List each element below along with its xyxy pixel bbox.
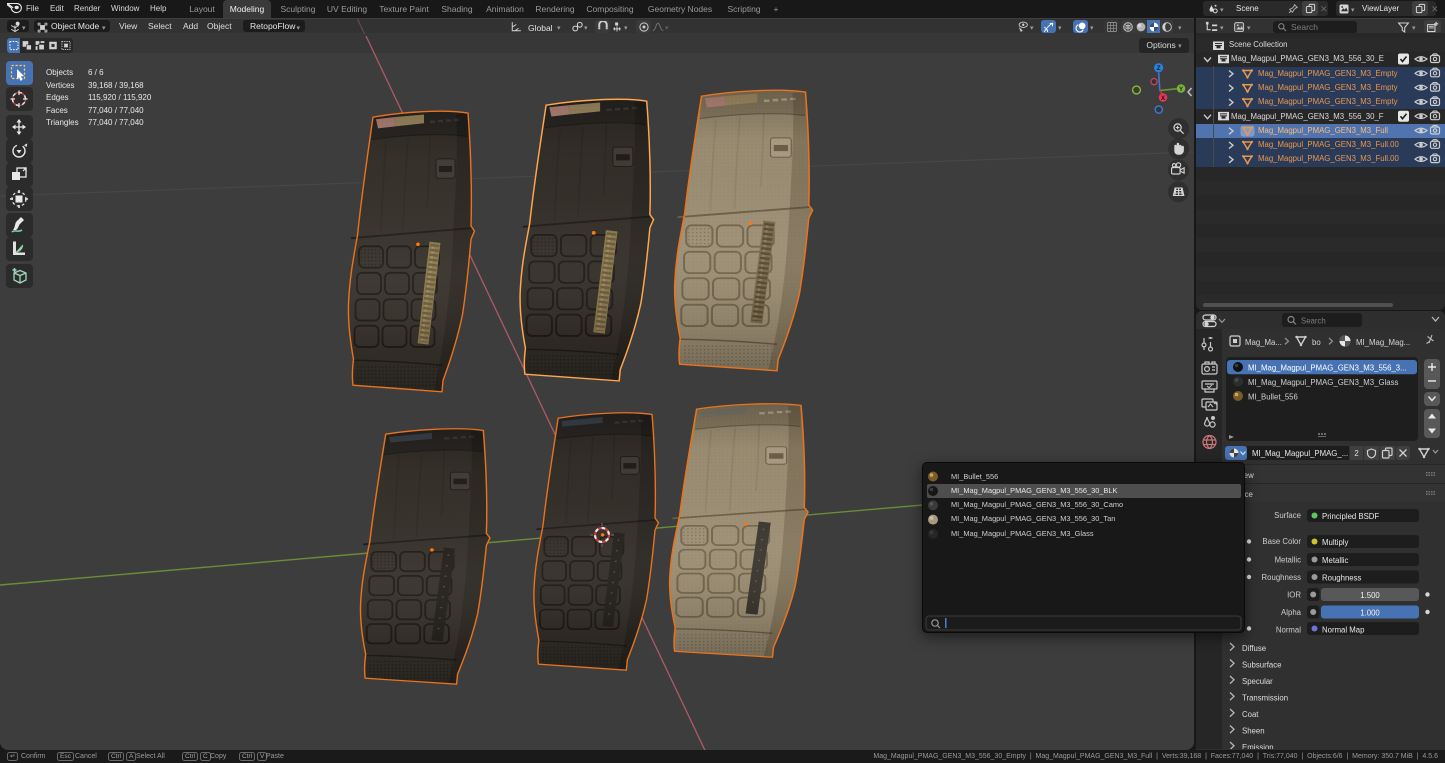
- svg-text:MI_Bullet_556: MI_Bullet_556: [1248, 393, 1298, 402]
- svg-text:Sheen: Sheen: [1242, 727, 1265, 736]
- svg-text:X: X: [1161, 95, 1166, 102]
- svg-text:Base Color: Base Color: [1262, 537, 1301, 546]
- svg-text:Multiply: Multiply: [1322, 538, 1349, 547]
- svg-text:Y: Y: [1179, 86, 1184, 93]
- svg-text:Principled BSDF: Principled BSDF: [1322, 512, 1379, 521]
- svg-text:Z: Z: [1157, 65, 1161, 72]
- svg-text:MI_Mag_Mag...: MI_Mag_Mag...: [1356, 338, 1410, 347]
- svg-text:Surface: Surface: [1274, 511, 1301, 520]
- svg-text:Normal Map: Normal Map: [1322, 626, 1365, 635]
- svg-text:Metallic: Metallic: [1322, 556, 1349, 565]
- svg-text:Subsurface: Subsurface: [1242, 661, 1281, 670]
- svg-text:MI_Mag_Magpul_PMAG_...: MI_Mag_Magpul_PMAG_...: [1252, 449, 1348, 458]
- svg-text:Emission: Emission: [1242, 743, 1274, 749]
- svg-text:MI_Mag_Magpul_PMAG_GEN3_M3_556: MI_Mag_Magpul_PMAG_GEN3_M3_556_3...: [1248, 364, 1407, 373]
- svg-text:MI_Mag_Magpul_PMAG_GEN3_M3_Gla: MI_Mag_Magpul_PMAG_GEN3_M3_Glass: [1248, 378, 1398, 387]
- svg-text:2: 2: [1354, 449, 1358, 458]
- svg-text:1.500: 1.500: [1360, 591, 1380, 600]
- svg-text:Normal: Normal: [1276, 626, 1301, 635]
- svg-text:Search: Search: [1301, 317, 1326, 326]
- svg-text:Alpha: Alpha: [1281, 608, 1302, 617]
- svg-text:Roughness: Roughness: [1262, 573, 1302, 582]
- svg-text:Coat: Coat: [1242, 710, 1259, 719]
- svg-text:bo: bo: [1312, 338, 1321, 347]
- svg-text:Transmission: Transmission: [1242, 694, 1288, 703]
- svg-text:Mag_Ma...: Mag_Ma...: [1245, 338, 1282, 347]
- svg-text:IOR: IOR: [1287, 591, 1301, 600]
- svg-text:1.000: 1.000: [1360, 609, 1380, 618]
- svg-text:Diffuse: Diffuse: [1242, 644, 1266, 653]
- svg-text:Metallic: Metallic: [1275, 556, 1302, 565]
- svg-text:Roughness: Roughness: [1322, 574, 1362, 583]
- svg-text:Specular: Specular: [1242, 677, 1273, 686]
